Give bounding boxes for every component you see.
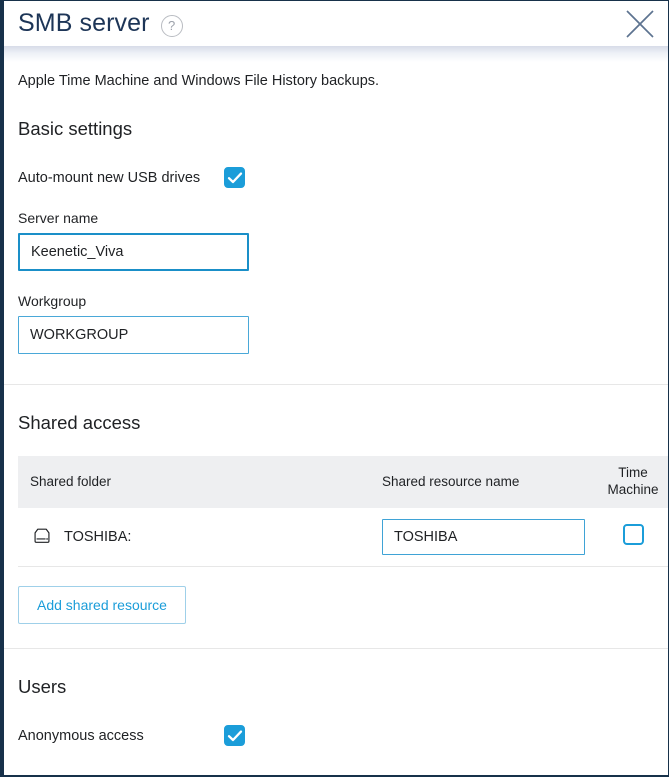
users-heading: Users	[18, 676, 67, 698]
column-header-time-machine: Time Machine	[598, 456, 668, 509]
shared-access-table-wrap: Shared folder Shared resource name Time …	[18, 456, 668, 568]
table-header: Shared folder Shared resource name Time …	[18, 456, 668, 509]
divider-basic-shared	[4, 384, 668, 386]
workgroup-field-block: Workgroup	[18, 293, 654, 355]
cell-shared-folder: TOSHIBA:	[18, 508, 370, 568]
anonymous-access-label: Anonymous access	[18, 727, 144, 744]
add-shared-resource-button[interactable]: Add shared resource	[18, 586, 186, 625]
folder-cell: TOSHIBA:	[30, 525, 370, 549]
shared-resource-name-input[interactable]	[382, 519, 585, 556]
shared-access-table: Shared folder Shared resource name Time …	[18, 456, 668, 568]
hard-drive-icon	[34, 528, 50, 543]
time-machine-checkbox[interactable]	[622, 524, 644, 546]
auto-mount-checkbox[interactable]	[224, 167, 245, 189]
auto-mount-row: Auto-mount new USB drives	[18, 167, 654, 189]
column-header-shared-folder: Shared folder	[18, 456, 370, 509]
spacer-before-divider-2	[18, 624, 654, 648]
workgroup-input[interactable]	[18, 316, 249, 355]
shared-access-heading: Shared access	[18, 412, 141, 434]
dialog-body: . . . Apple Time Machine and Windows Fil…	[4, 46, 668, 775]
cell-time-machine	[598, 508, 668, 568]
time-machine-checkbox-wrap	[622, 524, 644, 546]
page-title: SMB server	[18, 9, 150, 37]
workgroup-label: Workgroup	[18, 293, 87, 310]
time-machine-header-line1: Time	[618, 465, 648, 481]
dialog-header: SMB server ?	[4, 1, 668, 46]
server-name-field-block: Server name	[18, 210, 654, 272]
smb-server-dialog: SMB server ? . . . Apple Time Machine an…	[0, 0, 669, 777]
cell-shared-resource-name	[370, 508, 598, 568]
server-name-input[interactable]	[18, 233, 249, 272]
column-header-shared-resource-name: Shared resource name	[370, 456, 598, 509]
basic-settings-heading: Basic settings	[18, 118, 133, 140]
folder-name: TOSHIBA:	[64, 529, 132, 546]
help-icon[interactable]: ?	[160, 14, 183, 37]
auto-mount-label: Auto-mount new USB drives	[18, 169, 201, 186]
users-section: Users Anonymous access	[4, 676, 668, 747]
divider-shared-users	[4, 648, 668, 650]
spacer-before-divider-1	[18, 354, 654, 384]
table-header-row: Shared folder Shared resource name Time …	[18, 456, 668, 509]
time-machine-header-line2: Machine	[607, 482, 659, 498]
shared-access-section: Shared access Shared folder Shared resou…	[4, 412, 668, 648]
clipped-intro-line: . . .	[18, 46, 654, 53]
anonymous-access-checkbox[interactable]	[224, 725, 245, 747]
table-body: TOSHIBA:	[18, 508, 668, 568]
close-icon[interactable]	[624, 8, 656, 40]
server-name-label: Server name	[18, 210, 99, 227]
table-row: TOSHIBA:	[18, 508, 668, 568]
dialog-content: Apple Time Machine and Windows File Hist…	[4, 46, 668, 384]
anonymous-access-row: Anonymous access	[18, 725, 654, 747]
